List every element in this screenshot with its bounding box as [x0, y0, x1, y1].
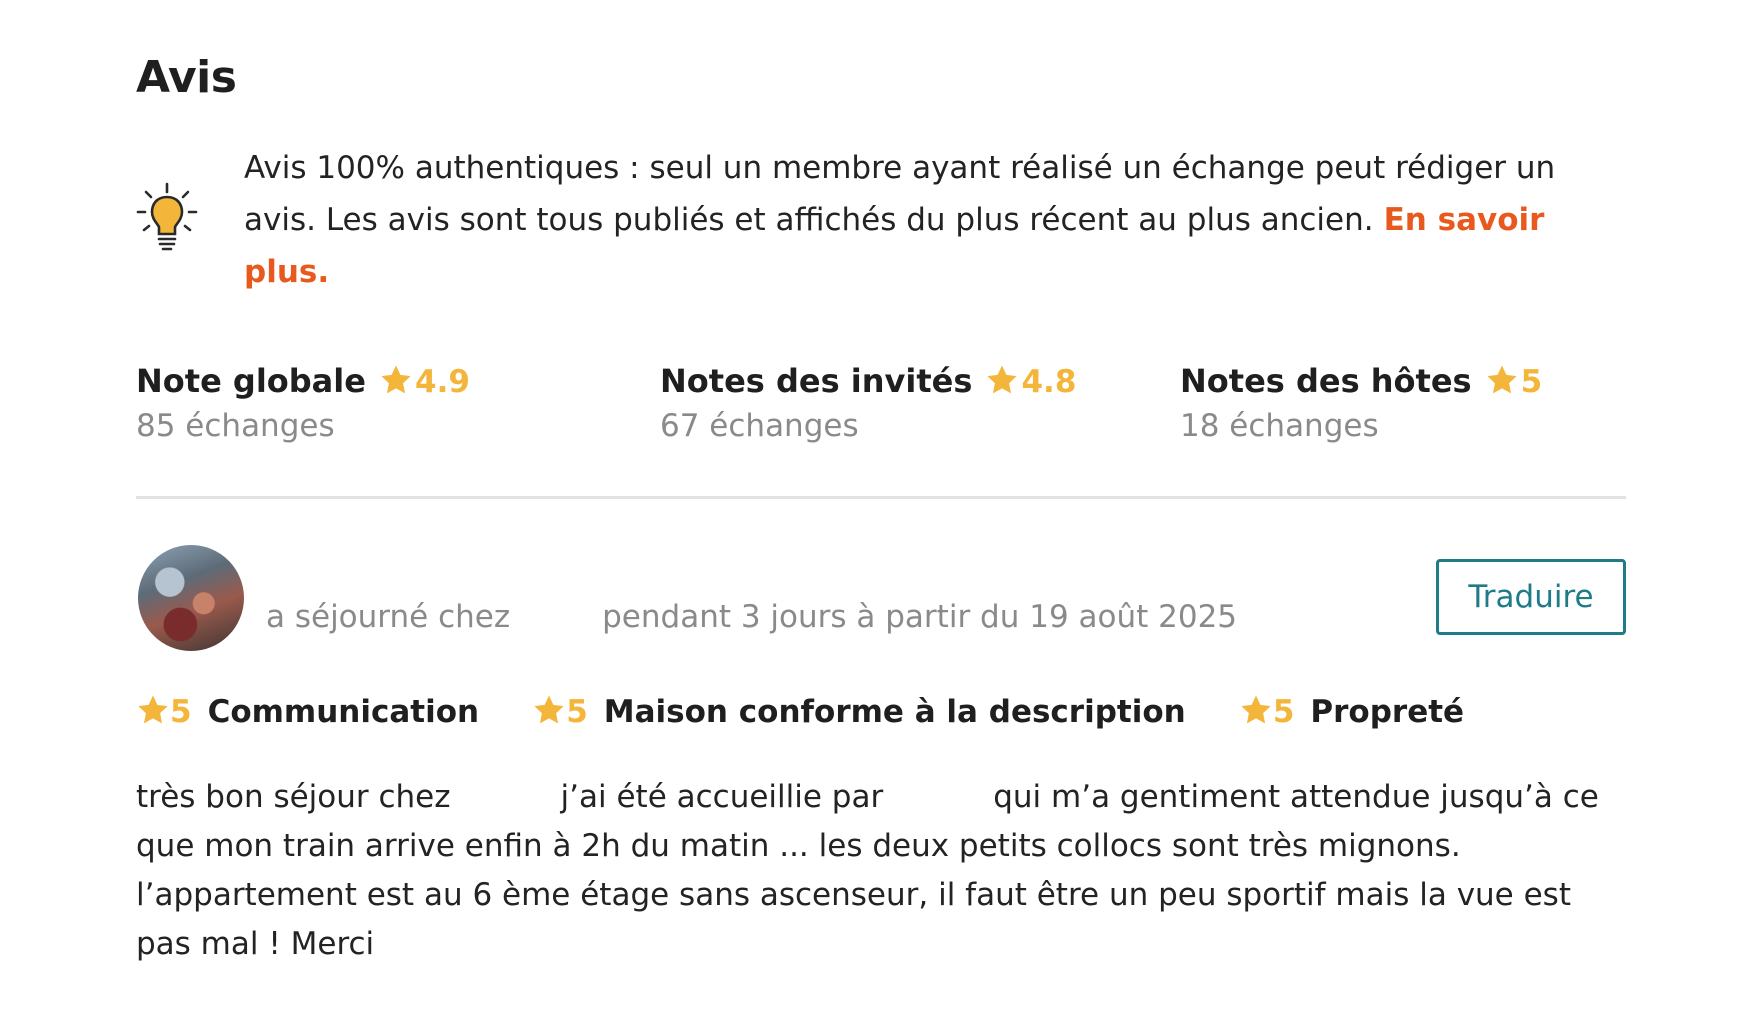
review-criteria: 5 Communication 5 Maison conforme à la des…	[136, 693, 1512, 730]
lightbulb-icon	[136, 182, 198, 258]
star-icon	[985, 363, 1019, 397]
rating-count: 18 échanges	[1180, 408, 1379, 444]
star-icon	[532, 693, 566, 727]
rating-guests: Notes des invités 4.8 67 échanges	[660, 362, 1076, 444]
criterion-description: 5 Maison conforme à la description	[532, 693, 1186, 730]
rating-summary: Note globale 4.9 85 échanges Notes des i…	[136, 362, 1626, 462]
criterion-communication: 5 Communication	[136, 693, 479, 730]
rating-score: 5	[1520, 364, 1543, 400]
divider	[136, 496, 1626, 499]
criterion-score: 5	[566, 694, 588, 730]
star-icon	[1485, 363, 1519, 397]
stay-period: pendant 3 jours à partir du 19 août 2025	[602, 599, 1238, 635]
criterion-label: Communication	[207, 694, 480, 730]
review-card: a séjourné chez pendant 3 jours à partir …	[136, 545, 1626, 965]
criterion-label: Maison conforme à la description	[603, 694, 1186, 730]
section-title: Avis	[136, 52, 237, 103]
criterion-score: 5	[1272, 694, 1295, 730]
notice-body: Avis 100% authentiques : seul un membre …	[244, 150, 1556, 238]
stay-prefix: a séjourné chez	[266, 599, 511, 635]
criterion-label: Propreté	[1310, 694, 1465, 730]
rating-overall: Note globale 4.9 85 échanges	[136, 362, 470, 444]
notice-text: Avis 100% authentiques : seul un membre …	[244, 142, 1614, 298]
star-icon	[136, 693, 170, 727]
star-icon	[1239, 693, 1273, 727]
stay-info: a séjourné chez pendant 3 jours à partir …	[266, 599, 1237, 635]
rating-label: Notes des hôtes	[1180, 362, 1472, 400]
rating-score: 4.8	[1021, 364, 1077, 400]
review-text-part: très bon séjour chez	[136, 779, 451, 815]
avatar[interactable]	[138, 545, 244, 651]
review-text-part: j’ai été accueillie par	[560, 779, 884, 815]
translate-button[interactable]: Traduire	[1436, 559, 1626, 635]
reviews-section: Avis Avis 100% authentiques: seul un me…	[0, 0, 1752, 1010]
rating-label: Note globale	[136, 362, 366, 400]
star-icon	[379, 363, 413, 397]
criterion-cleanliness: 5 Propreté	[1239, 693, 1464, 730]
criterion-score: 5	[170, 694, 192, 730]
rating-count: 67 échanges	[660, 408, 859, 444]
rating-count: 85 échanges	[136, 408, 335, 444]
rating-hosts: Notes des hôtes 5 18 échanges	[1180, 362, 1542, 444]
review-text: très bon séjour chez j’ai été accueillie …	[136, 773, 1606, 969]
rating-score: 4.9	[415, 364, 470, 400]
rating-label: Notes des invités	[660, 362, 973, 400]
